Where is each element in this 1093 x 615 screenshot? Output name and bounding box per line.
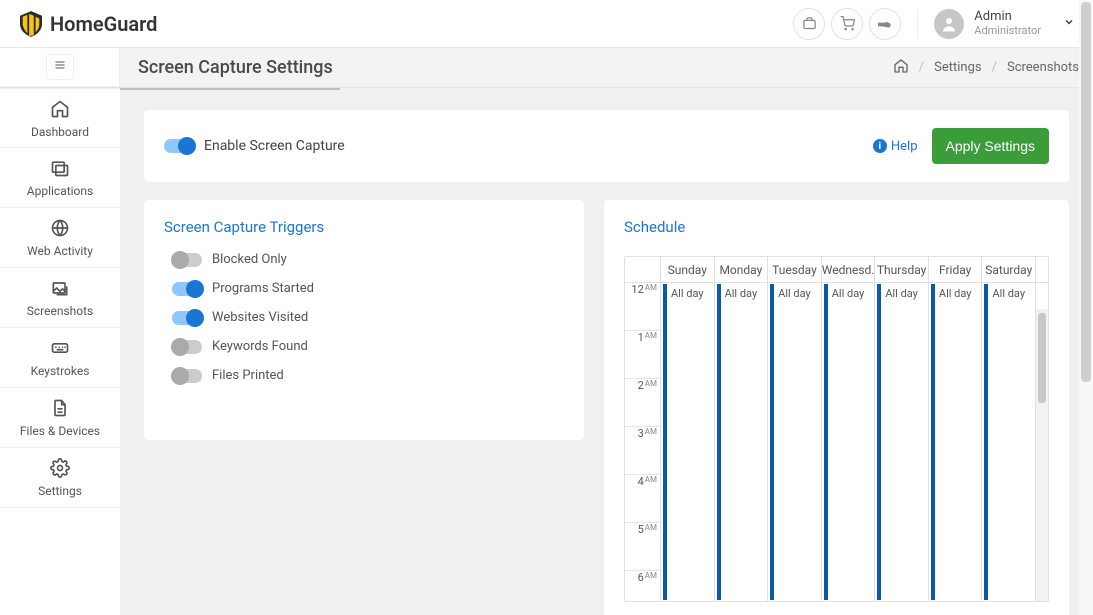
sidebar-item-keystrokes[interactable]: Keystrokes — [0, 328, 120, 388]
keyboard-icon — [50, 338, 70, 358]
globe-icon — [50, 218, 70, 238]
schedule-grid[interactable]: Sunday Monday Tuesday Wednesd... Thursda… — [624, 256, 1049, 602]
day-head-sunday[interactable]: Sunday — [661, 257, 715, 282]
schedule-title: Schedule — [624, 218, 1049, 236]
sidebar-item-label: Dashboard — [31, 125, 89, 139]
trigger-label: Files Printed — [212, 368, 284, 383]
page-title: Screen Capture Settings — [138, 57, 333, 78]
file-icon — [50, 398, 70, 418]
trigger-label: Blocked Only — [212, 252, 287, 267]
sidebar-item-dashboard[interactable]: Dashboard — [0, 88, 120, 148]
trigger-toggle[interactable] — [172, 369, 202, 383]
sidebar-item-web-activity[interactable]: Web Activity — [0, 208, 120, 268]
day-col-friday[interactable]: All day — [929, 283, 983, 601]
tab-accent — [120, 88, 340, 90]
avatar-icon — [934, 9, 964, 39]
sidebar-toggle[interactable] — [0, 48, 120, 87]
sidebar-item-label: Keystrokes — [31, 364, 90, 378]
schedule-panel: Schedule Sunday Monday Tuesday Wednesd..… — [604, 200, 1069, 615]
key-icon[interactable] — [869, 8, 901, 40]
trigger-label: Programs Started — [212, 281, 314, 296]
trigger-programs-started: Programs Started — [164, 281, 564, 296]
shield-icon — [20, 11, 42, 37]
breadcrumb: / Settings / Screenshots — [893, 58, 1079, 78]
info-icon: i — [873, 139, 887, 153]
triggers-panel: Screen Capture Triggers Blocked Only Pro… — [144, 200, 584, 440]
image-icon — [50, 278, 70, 298]
allday-event[interactable]: All day — [770, 284, 819, 600]
trigger-blocked-only: Blocked Only — [164, 252, 564, 267]
day-col-monday[interactable]: All day — [715, 283, 769, 601]
main-content: Enable Screen Capture iHelp Apply Settin… — [120, 88, 1093, 615]
sidebar-item-label: Settings — [38, 484, 82, 498]
trigger-toggle[interactable] — [172, 253, 202, 267]
day-head-wednesday[interactable]: Wednesd... — [822, 257, 876, 282]
topbar: HomeGuard Admin Administrator — [0, 0, 1093, 48]
chevron-down-icon — [1063, 16, 1075, 32]
trigger-label: Websites Visited — [212, 310, 308, 325]
apply-settings-button[interactable]: Apply Settings — [932, 128, 1050, 164]
day-col-thursday[interactable]: All day — [875, 283, 929, 601]
day-col-sunday[interactable]: All day — [661, 283, 715, 601]
sidebar-item-settings[interactable]: Settings — [0, 448, 120, 508]
day-head-thursday[interactable]: Thursday — [875, 257, 929, 282]
breadcrumb-screenshots[interactable]: Screenshots — [1007, 60, 1079, 75]
sidebar-item-label: Web Activity — [27, 244, 93, 258]
day-col-saturday[interactable]: All day — [982, 283, 1036, 601]
trigger-toggle[interactable] — [172, 311, 202, 325]
sidebar-item-label: Screenshots — [27, 304, 93, 318]
briefcase-icon[interactable] — [793, 8, 825, 40]
secondary-bar: Screen Capture Settings / Settings / Scr… — [0, 48, 1093, 88]
enable-toggle[interactable] — [164, 139, 194, 153]
separator — [917, 10, 918, 38]
page-scrollbar[interactable] — [1079, 0, 1093, 615]
sidebar-item-label: Files & Devices — [20, 424, 100, 438]
allday-event[interactable]: All day — [717, 284, 766, 600]
breadcrumb-settings[interactable]: Settings — [934, 60, 981, 75]
enable-label: Enable Screen Capture — [204, 138, 345, 154]
trigger-files-printed: Files Printed — [164, 368, 564, 383]
allday-event[interactable]: All day — [877, 284, 926, 600]
trigger-websites-visited: Websites Visited — [164, 310, 564, 325]
allday-event[interactable]: All day — [984, 284, 1033, 600]
enable-card: Enable Screen Capture iHelp Apply Settin… — [144, 110, 1069, 182]
day-head-tuesday[interactable]: Tuesday — [768, 257, 822, 282]
time-gutter: 12AM 1AM 2AM 3AM 4AM 5AM 6AM 7AM — [625, 283, 661, 601]
allday-event[interactable]: All day — [824, 284, 873, 600]
logo[interactable]: HomeGuard — [20, 11, 157, 37]
sidebar-item-label: Applications — [27, 184, 93, 198]
allday-event[interactable]: All day — [663, 284, 712, 600]
gear-icon — [50, 458, 70, 478]
sidebar-item-applications[interactable]: Applications — [0, 148, 120, 208]
home-icon[interactable] — [893, 58, 909, 78]
sidebar-item-screenshots[interactable]: Screenshots — [0, 268, 120, 328]
window-icon — [50, 158, 70, 178]
trigger-toggle[interactable] — [172, 282, 202, 296]
sidebar-item-files-devices[interactable]: Files & Devices — [0, 388, 120, 448]
brand-text: HomeGuard — [50, 12, 157, 36]
schedule-scrollbar[interactable] — [1036, 309, 1048, 601]
triggers-title: Screen Capture Triggers — [164, 218, 564, 236]
help-link[interactable]: iHelp — [873, 139, 918, 154]
cart-icon[interactable] — [831, 8, 863, 40]
allday-event[interactable]: All day — [931, 284, 980, 600]
day-col-wednesday[interactable]: All day — [822, 283, 876, 601]
day-head-friday[interactable]: Friday — [929, 257, 983, 282]
home-icon — [50, 99, 70, 119]
day-head-saturday[interactable]: Saturday — [982, 257, 1036, 282]
trigger-keywords-found: Keywords Found — [164, 339, 564, 354]
day-head-monday[interactable]: Monday — [715, 257, 769, 282]
user-name: Admin — [974, 10, 1041, 24]
trigger-label: Keywords Found — [212, 339, 308, 354]
day-col-tuesday[interactable]: All day — [768, 283, 822, 601]
user-menu[interactable]: Admin Administrator — [934, 9, 1081, 39]
sidebar: Dashboard Applications Web Activity Scre… — [0, 88, 120, 615]
trigger-toggle[interactable] — [172, 340, 202, 354]
user-role: Administrator — [974, 25, 1041, 37]
